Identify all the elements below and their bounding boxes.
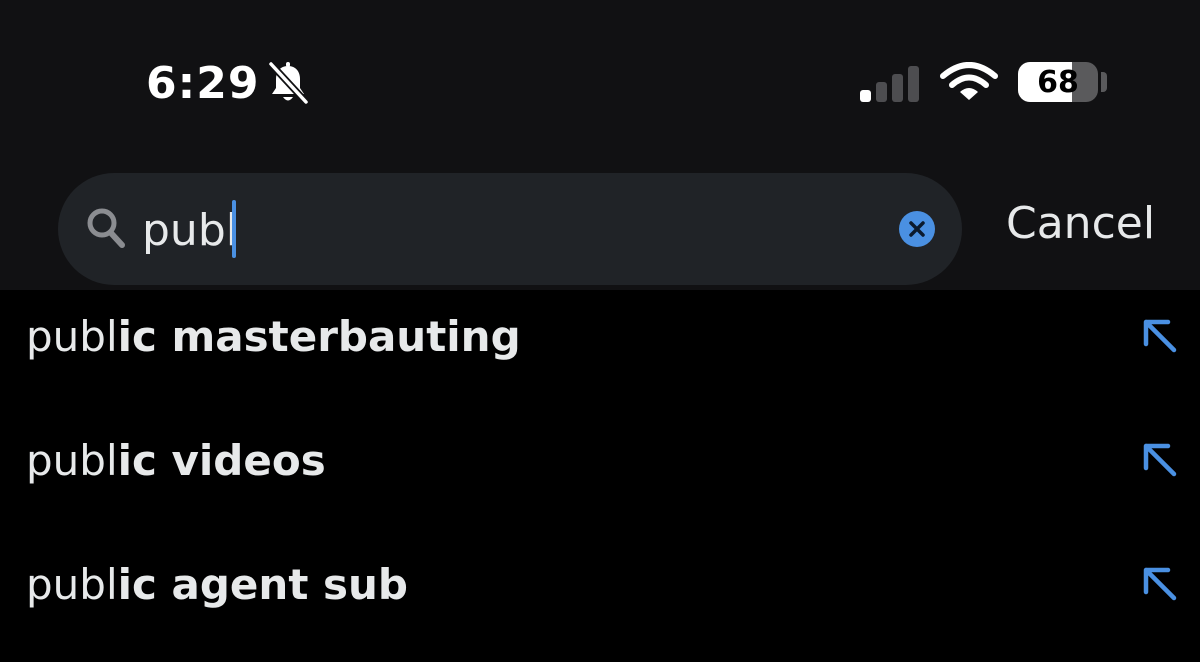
arrow-up-left-icon[interactable] [1138, 314, 1180, 356]
battery-nub [1101, 72, 1107, 92]
suggestion-item[interactable]: public agent sub [0, 538, 1200, 662]
signal-bar-3 [892, 74, 903, 102]
wifi-icon [940, 62, 998, 100]
arrow-up-left-icon[interactable] [1138, 438, 1180, 480]
suggestion-item[interactable]: public masterbauting [0, 290, 1200, 414]
suggestion-typed: publ [26, 312, 118, 361]
suggestion-text: public masterbauting [26, 312, 521, 361]
suggestion-completion: ic masterbauting [117, 312, 521, 361]
battery-level: 68 [1037, 64, 1079, 100]
battery-indicator: 68 [1018, 62, 1098, 102]
suggestion-completion: ic videos [117, 436, 326, 485]
suggestion-text: public agent sub [26, 560, 408, 609]
signal-bar-4 [908, 66, 919, 102]
search-icon [87, 208, 125, 248]
cancel-button[interactable]: Cancel [1006, 198, 1155, 249]
status-time: 6:29 [146, 58, 260, 109]
search-input[interactable] [142, 200, 862, 260]
suggestion-typed: publ [26, 560, 118, 609]
suggestion-item[interactable]: public videos [0, 414, 1200, 538]
cellular-signal-icon [860, 66, 919, 102]
bell-slash-icon [267, 60, 310, 106]
suggestion-completion: ic agent sub [117, 560, 408, 609]
arrow-up-left-icon[interactable] [1138, 562, 1180, 604]
text-cursor [232, 200, 236, 258]
clear-x-icon[interactable] [898, 210, 936, 248]
suggestion-typed: publ [26, 436, 118, 485]
suggestion-text: public videos [26, 436, 326, 485]
signal-bar-2 [876, 82, 887, 102]
signal-bar-1 [860, 90, 871, 102]
